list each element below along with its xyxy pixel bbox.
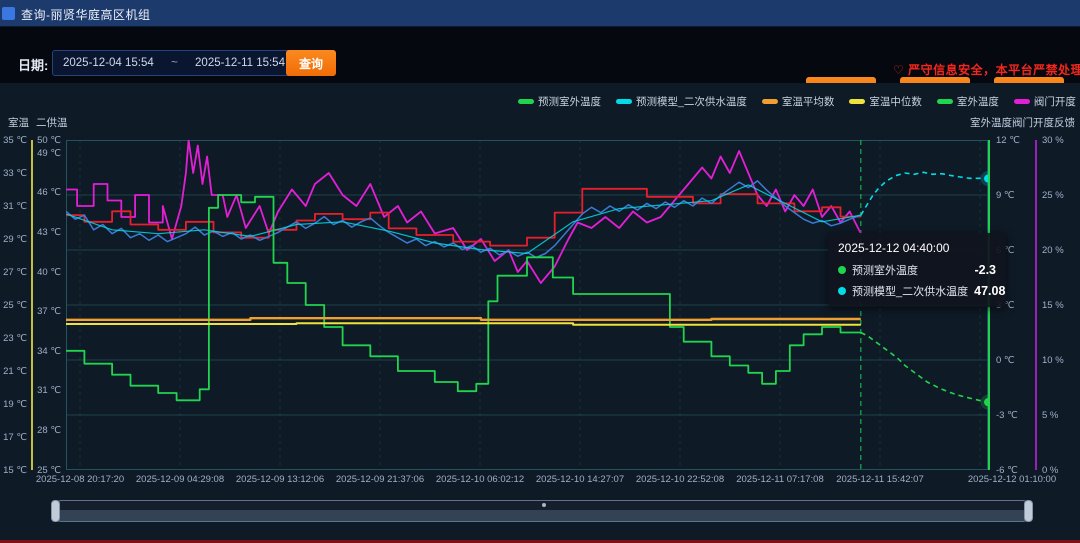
series-line-下发_二次供水温度[interactable] [66,189,861,246]
query-button[interactable]: 查询 [286,50,336,76]
tooltip-series-dot [838,266,846,274]
legend-marker [1014,99,1030,104]
axis-header-supply-temp: 二供温 [36,115,68,130]
left1-tick-label: 17 ℃ [0,433,27,443]
legend-marker [616,99,632,104]
chart-tooltip: 2025-12-12 04:40:00 预测室外温度 -2.3 预测模型_二次供水温… [828,233,1006,307]
security-warning-text: ♡ 严守信息安全，本平台严禁处理、传输 [893,61,1080,78]
legend-item-室温中位数[interactable]: 室温中位数 [849,94,922,109]
legend-marker [849,99,865,104]
right2-tick-label: 25 % [1042,191,1064,201]
left1-tick-label: 21 ℃ [0,367,27,377]
tooltip-timestamp: 2025-12-12 04:40:00 [838,241,996,255]
left1-tick-label: 29 ℃ [0,235,27,245]
x-axis-label: 2025-12-11 07:17:08 [736,474,824,485]
series-line-预测室外温度[interactable] [861,333,988,403]
left1-tick-label: 33 ℃ [0,169,27,179]
tooltip-series-value: 47.08 [974,284,1005,298]
legend-item-阀门开度[interactable]: 阀门开度 [1014,94,1076,109]
series-line-预测模型_二次供水温度[interactable] [861,172,988,215]
datazoom-left-handle[interactable] [51,500,60,522]
tooltip-row: 预测模型_二次供水温度47.08 [838,283,996,299]
left2-tick-label: 50 ℃ [30,136,61,146]
tooltip-series-label: 预测模型_二次供水温度 [852,283,968,299]
left2-tick-label: 31 ℃ [30,386,61,396]
right2-tick-label: 5 % [1042,411,1058,421]
legend-marker [518,99,534,104]
legend-label: 预测模型_二次供水温度 [636,94,747,109]
right2-tick-label: 10 % [1042,356,1064,366]
page-title: 查询-丽贤华庭高区机组 [21,6,151,23]
legend-label: 阀门开度 [1034,94,1076,109]
x-axis-label: 2025-12-08 20:17:20 [36,474,124,485]
legend-marker [762,99,778,104]
right2-tick-label: 30 % [1042,136,1064,146]
right2-tick-label: 20 % [1042,246,1064,256]
axis-header-valve-feedback: 阀门开度反馈 [1012,115,1075,130]
left2-tick-label: 28 ℃ [30,426,61,436]
app-icon [2,7,15,20]
left2-tick-label: 49 ℃ [30,149,61,159]
left2-tick-label: 34 ℃ [30,347,61,357]
app-root: { "window": { "title": "查询-丽贤华庭高区机组" }, … [0,0,1080,543]
x-axis-label: 2025-12-11 15:42:07 [836,474,924,485]
series-line-支路_二次供水温度[interactable] [66,181,861,258]
right1-tick-label: 9 ℃ [996,191,1015,201]
tooltip-series-value: -2.3 [974,263,996,277]
right1-tick-label: 0 ℃ [996,356,1015,366]
legend-item-预测模型_二次供水温度[interactable]: 预测模型_二次供水温度 [616,94,747,109]
x-axis-label: 2025-12-09 13:12:06 [236,474,324,485]
legend-item-室外温度[interactable]: 室外温度 [937,94,999,109]
left2-tick-label: 40 ℃ [30,268,61,278]
legend-label: 预测室外温度 [538,94,601,109]
legend-label: 室外温度 [957,94,999,109]
valve-axis-line [1035,140,1037,470]
left2-tick-label: 46 ℃ [30,188,61,198]
tooltip-row: 预测室外温度 -2.3 [838,262,996,278]
chart-panel: 预测室外温度预测模型_二次供水温度室温平均数室温中位数室外温度阀门开度支路_二次… [0,83,1080,540]
legend-item-预测室外温度[interactable]: 预测室外温度 [518,94,601,109]
left1-tick-label: 23 ℃ [0,334,27,344]
x-axis-label: 2025-12-10 14:27:07 [536,474,624,485]
legend-marker [937,99,953,104]
series-line-室温平均数[interactable] [66,318,861,320]
legend-label: 室温平均数 [782,94,835,109]
datazoom-slider[interactable] [52,500,1032,522]
left1-tick-label: 31 ℃ [0,202,27,212]
date-label: 日期: [18,55,48,74]
left2-tick-label: 43 ℃ [30,228,61,238]
datazoom-drag-dot [542,503,546,507]
chart-legend: 预测室外温度预测模型_二次供水温度室温平均数室温中位数室外温度阀门开度支路_二次… [518,94,1080,109]
series-line-室温中位数[interactable] [66,323,861,325]
datazoom-right-handle[interactable] [1024,500,1033,522]
x-axis-label: 2025-12-12 01:10:00 [968,474,1056,485]
date-range-input[interactable]: 2025-12-04 15:54 ~ 2025-12-11 15:54 [52,50,296,76]
x-axis-label: 2025-12-10 22:52:08 [636,474,724,485]
x-axis-label: 2025-12-09 21:37:06 [336,474,424,485]
left1-tick-label: 27 ℃ [0,268,27,278]
x-axis-label: 2025-12-09 04:29:08 [136,474,224,485]
date-to-value[interactable]: 2025-12-11 15:54 [195,57,285,69]
left1-tick-label: 15 ℃ [0,466,27,476]
left1-tick-label: 19 ℃ [0,400,27,410]
axis-header-outdoor-temp: 室外温度 [970,115,1012,130]
tooltip-series-dot [838,287,846,295]
right2-tick-label: 15 % [1042,301,1064,311]
legend-label: 室温中位数 [869,94,922,109]
right1-tick-label: 12 ℃ [996,136,1020,146]
left1-tick-label: 25 ℃ [0,301,27,311]
right1-tick-label: -3 ℃ [996,411,1018,421]
window-titlebar: 查询-丽贤华庭高区机组 [0,0,1080,27]
series-line-阀门开度[interactable] [66,140,861,283]
legend-item-室温平均数[interactable]: 室温平均数 [762,94,835,109]
left1-tick-label: 35 ℃ [0,136,27,146]
x-axis-label: 2025-12-10 06:02:12 [436,474,524,485]
tooltip-series-label: 预测室外温度 [852,262,968,278]
left2-tick-label: 37 ℃ [30,307,61,317]
axis-header-room-temp: 室温 [8,115,29,130]
date-from-value[interactable]: 2025-12-04 15:54 [63,57,154,69]
date-range-separator: ~ [171,57,178,69]
